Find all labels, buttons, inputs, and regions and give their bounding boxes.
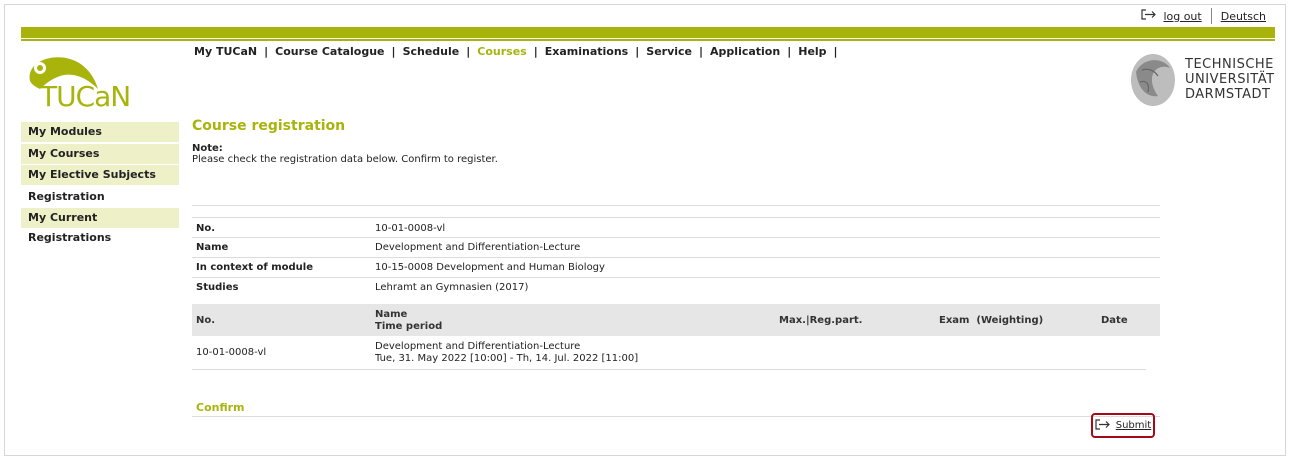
detail-value-name: Development and Differentiation-Lecture bbox=[375, 242, 581, 253]
column-header-exam: Exam (Weighting) bbox=[939, 315, 1044, 326]
submit-label: Submit bbox=[1115, 420, 1152, 431]
divider bbox=[192, 416, 1160, 417]
confirm-heading: Confirm bbox=[196, 401, 245, 414]
language-link[interactable]: Deutsch bbox=[1221, 10, 1266, 23]
detail-label-name: Name bbox=[196, 242, 229, 253]
row-name: Development and Differentiation-Lecture bbox=[375, 341, 581, 352]
detail-label-studies: Studies bbox=[196, 282, 239, 293]
header-bar bbox=[21, 27, 1275, 38]
divider bbox=[192, 237, 1160, 238]
note-label: Note: bbox=[192, 143, 223, 154]
top-links: log out Deutsch bbox=[1141, 8, 1266, 24]
athena-head-icon bbox=[1131, 54, 1175, 106]
university-line-2: UNIVERSITÄT bbox=[1185, 72, 1275, 87]
nav-course-catalogue[interactable]: Course Catalogue bbox=[275, 45, 384, 58]
detail-value-studies: Lehramt an Gymnasien (2017) bbox=[375, 282, 529, 293]
main-nav: My TUCaN | Course Catalogue | Schedule | Co… bbox=[194, 45, 838, 58]
divider bbox=[192, 277, 1160, 278]
divider bbox=[1210, 8, 1212, 24]
nav-examinations[interactable]: Examinations bbox=[545, 45, 628, 58]
university-line-1: TECHNISCHE bbox=[1185, 57, 1274, 72]
logout-link[interactable]: log out bbox=[1163, 10, 1201, 23]
column-header-max-reg: Max.|Reg.part. bbox=[779, 315, 863, 326]
note-text: Please check the registration data below… bbox=[192, 154, 498, 165]
divider bbox=[192, 257, 1160, 258]
nav-application[interactable]: Application bbox=[710, 45, 780, 58]
detail-value-no: 10-01-0008-vl bbox=[375, 223, 446, 234]
university-line-3: DARMSTADT bbox=[1185, 87, 1271, 102]
column-header-no: No. bbox=[196, 315, 216, 326]
divider bbox=[192, 205, 1160, 206]
header-bar-thin bbox=[21, 39, 1275, 41]
nav-my-tucan[interactable]: My TUCaN bbox=[194, 45, 257, 58]
nav-courses[interactable]: Courses bbox=[477, 45, 526, 58]
nav-schedule[interactable]: Schedule bbox=[403, 45, 460, 58]
page-title: Course registration bbox=[192, 118, 346, 134]
nav-service[interactable]: Service bbox=[646, 45, 692, 58]
sidebar: My Modules My Courses My Elective Subjec… bbox=[21, 122, 179, 244]
sidebar-item-my-courses[interactable]: My Courses bbox=[21, 143, 179, 164]
sidebar-item-registration[interactable]: Registration bbox=[21, 186, 179, 207]
detail-label-module: In context of module bbox=[196, 262, 313, 273]
university-name: TECHNISCHE UNIVERSITÄT DARMSTADT bbox=[1185, 57, 1275, 102]
row-time-period: Tue, 31. May 2022 [10:00] - Th, 14. Jul.… bbox=[375, 353, 639, 364]
row-no: 10-01-0008-vl bbox=[196, 347, 267, 358]
divider bbox=[192, 369, 1146, 370]
logo-text: TUCaN bbox=[40, 80, 131, 113]
logout-icon bbox=[1141, 9, 1157, 23]
divider bbox=[192, 217, 1160, 218]
submit-button[interactable]: Submit bbox=[1091, 413, 1155, 438]
submit-arrow-icon bbox=[1095, 418, 1111, 433]
table-header: No. Name Time period Max.|Reg.part. Exam… bbox=[192, 304, 1160, 336]
column-header-time-period: Time period bbox=[375, 321, 443, 332]
column-header-date: Date bbox=[1101, 315, 1128, 326]
detail-value-module: 10-15-0008 Development and Human Biology bbox=[375, 262, 605, 273]
nav-help[interactable]: Help bbox=[798, 45, 826, 58]
sidebar-item-my-current-registrations[interactable]: My Current Registrations bbox=[21, 208, 179, 244]
column-header-name: Name bbox=[375, 309, 408, 320]
detail-label-no: No. bbox=[196, 223, 216, 234]
sidebar-item-my-modules[interactable]: My Modules bbox=[21, 122, 179, 142]
sidebar-item-my-elective-subjects[interactable]: My Elective Subjects bbox=[21, 165, 179, 185]
